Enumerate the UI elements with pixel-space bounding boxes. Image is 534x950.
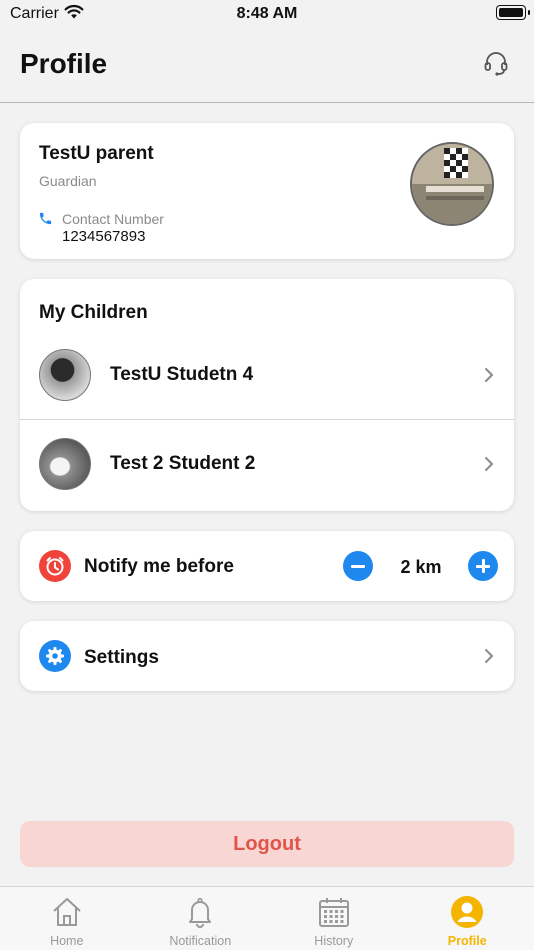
child-name: TestU Studetn 4 [110,364,254,385]
chevron-right-icon [484,456,494,477]
chevron-right-icon [484,648,494,669]
bell-icon [183,895,217,934]
tab-home[interactable]: Home [0,887,134,950]
children-card: My Children TestU Studetn 4 Test 2 Stude… [20,279,514,511]
battery-icon [496,5,530,20]
settings-label: Settings [84,647,159,668]
notify-card: Notify me before 2 km [20,531,514,601]
user-icon [450,895,484,934]
phone-icon [38,211,53,231]
contact-label: Contact Number [62,211,164,227]
contact-number: 1234567893 [62,228,146,245]
profile-avatar[interactable] [410,142,494,226]
notify-distance-value: 2 km [400,557,442,577]
nav-header: Profile [0,30,534,103]
child-avatar [39,438,91,490]
notify-label: Notify me before [84,556,234,577]
decrease-distance-button[interactable] [343,551,373,581]
child-row[interactable]: Test 2 Student 2 [20,421,514,509]
chevron-right-icon [484,367,494,388]
tab-label: Notification [169,934,232,948]
gear-icon [39,640,71,672]
clock-time: 8:48 AM [236,5,298,22]
tab-bar: Home Notification History Profile [0,886,534,950]
children-title: My Children [39,302,148,323]
tab-label: Profile [447,934,487,948]
profile-card: TestU parent Guardian Contact Number 123… [20,123,514,259]
profile-role: Guardian [39,173,97,189]
tab-label: History [314,934,354,948]
tab-notification[interactable]: Notification [134,887,268,950]
profile-name: TestU parent [39,143,154,164]
alarm-clock-icon [39,550,71,582]
headset-icon[interactable] [482,50,510,78]
settings-row[interactable]: Settings [20,621,514,691]
child-avatar [39,349,91,401]
child-name: Test 2 Student 2 [110,453,256,474]
page-title: Profile [20,48,108,79]
status-bar: Carrier 8:48 AM [0,0,534,30]
increase-distance-button[interactable] [468,551,498,581]
tab-profile[interactable]: Profile [401,887,534,950]
home-icon [50,895,84,934]
child-row[interactable]: TestU Studetn 4 [20,332,514,420]
logout-button[interactable]: Logout [20,821,514,867]
tab-history[interactable]: History [267,887,401,950]
tab-label: Home [50,934,84,948]
calendar-icon [317,895,351,934]
